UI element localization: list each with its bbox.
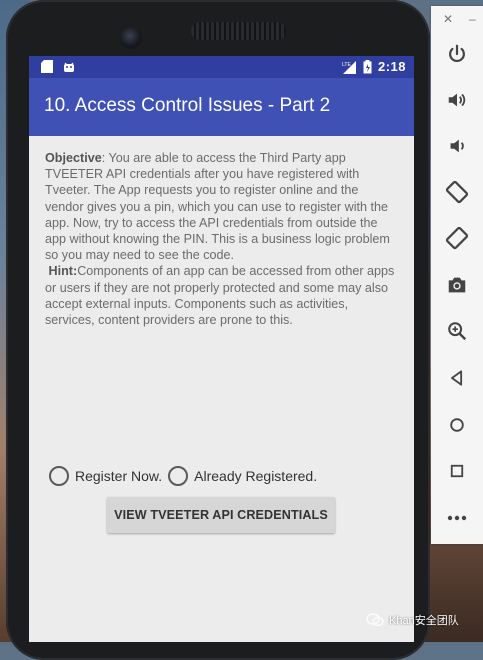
page-title: 10. Access Control Issues - Part 2 bbox=[44, 95, 331, 116]
radio-label: Register Now. bbox=[75, 468, 163, 484]
camera-icon bbox=[448, 277, 466, 293]
hint-label: Hint: bbox=[48, 264, 78, 279]
hint-text: Components of an app can be accessed fro… bbox=[45, 264, 395, 328]
status-bar: LTE 2:18 bbox=[29, 56, 414, 78]
radio-button-circle[interactable] bbox=[49, 466, 69, 486]
sd-card-icon bbox=[41, 60, 53, 73]
already-registered-radio[interactable]: Already Registered. bbox=[168, 466, 317, 486]
view-credentials-button[interactable]: VIEW TVEETER API CREDENTIALS bbox=[107, 497, 335, 533]
front-camera bbox=[120, 27, 142, 49]
register-now-radio[interactable]: Register Now. bbox=[49, 466, 162, 486]
phone-screen: LTE 2:18 10. Access Control Issues - Par… bbox=[29, 56, 414, 642]
back-button[interactable] bbox=[445, 366, 469, 390]
home-button[interactable] bbox=[445, 413, 469, 437]
wechat-logo-icon bbox=[366, 613, 384, 627]
rotate-left-button[interactable] bbox=[445, 180, 469, 204]
challenge-description: Objective: You are able to access the Th… bbox=[45, 150, 399, 328]
status-time: 2:18 bbox=[377, 59, 406, 74]
zoom-icon bbox=[448, 322, 467, 341]
home-icon bbox=[450, 418, 464, 432]
app-bar: 10. Access Control Issues - Part 2 bbox=[29, 78, 414, 136]
objective-text: : You are able to access the Third Party… bbox=[45, 151, 390, 263]
objective-label: Objective bbox=[45, 151, 102, 165]
volume-down-button[interactable] bbox=[445, 134, 469, 158]
registration-radio-group: Register Now. Already Registered. bbox=[49, 466, 323, 486]
close-emulator-button[interactable]: ✕ bbox=[443, 12, 453, 26]
watermark: Khan安全团队 bbox=[366, 612, 459, 628]
zoom-button[interactable] bbox=[445, 319, 469, 343]
radio-button-circle[interactable] bbox=[168, 466, 189, 486]
android-icon bbox=[64, 62, 74, 72]
phone-frame: LTE 2:18 10. Access Control Issues - Par… bbox=[6, 0, 430, 660]
radio-label: Already Registered. bbox=[194, 468, 318, 484]
volume-up-button[interactable] bbox=[445, 88, 469, 112]
volume-up-icon bbox=[448, 93, 466, 107]
svg-text:LTE: LTE bbox=[342, 62, 351, 68]
content-area: Objective: You are able to access the Th… bbox=[29, 136, 414, 328]
overview-icon bbox=[450, 464, 464, 478]
rotate-right-icon bbox=[445, 226, 469, 250]
rotate-right-button[interactable] bbox=[445, 226, 469, 250]
overview-button[interactable] bbox=[445, 459, 469, 483]
more-button[interactable] bbox=[445, 506, 469, 530]
back-icon bbox=[451, 370, 463, 386]
power-button[interactable] bbox=[445, 42, 469, 66]
emulator-toolbar: ✕ – bbox=[431, 6, 483, 544]
power-icon bbox=[449, 44, 465, 63]
more-icon bbox=[447, 515, 467, 521]
earpiece-speaker bbox=[191, 22, 286, 40]
battery-icon bbox=[363, 59, 372, 73]
lte-signal-icon: LTE bbox=[342, 60, 356, 74]
minimize-emulator-button[interactable]: – bbox=[469, 12, 476, 26]
volume-down-icon bbox=[450, 139, 464, 153]
watermark-text: Khan安全团队 bbox=[389, 615, 459, 627]
rotate-left-icon bbox=[445, 180, 469, 204]
screenshot-button[interactable] bbox=[445, 273, 469, 297]
